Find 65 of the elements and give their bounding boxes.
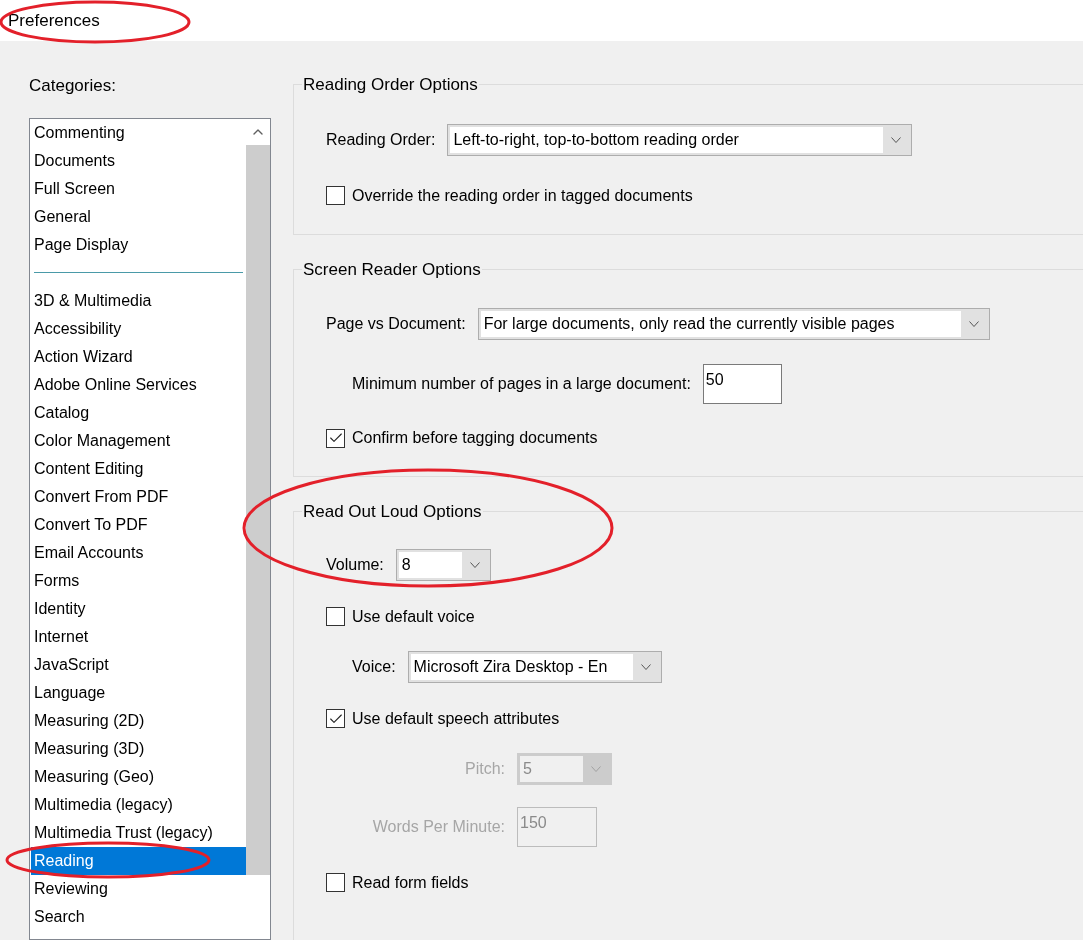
dropdown[interactable]: Left-to-right, top-to-bottom reading order xyxy=(447,123,913,156)
chevron-down-icon xyxy=(968,321,979,327)
group-title: Reading Order Options xyxy=(302,74,479,96)
category-item[interactable]: Catalog xyxy=(31,398,246,427)
field-label: Words Per Minute: xyxy=(371,816,505,837)
chevron-down-icon xyxy=(640,663,651,670)
dropdown-value: For large documents, only read the currently visible pages xyxy=(480,311,961,337)
checkbox-label: Use default voice xyxy=(352,606,475,627)
checkbox[interactable] xyxy=(326,607,345,626)
category-item[interactable]: Forms xyxy=(31,566,246,595)
field-label: Voice: xyxy=(352,656,396,677)
category-item[interactable]: Color Management xyxy=(31,426,246,455)
category-item[interactable]: JavaScript xyxy=(31,650,246,679)
dropdown-value: Microsoft Zira Desktop - En xyxy=(410,653,633,680)
category-item[interactable]: Measuring (3D) xyxy=(31,734,246,763)
field-label: Minimum number of pages in a large document: xyxy=(352,374,691,394)
category-item[interactable]: Measuring (Geo) xyxy=(31,762,246,791)
category-item[interactable]: Content Editing xyxy=(31,454,246,483)
dropdown-value: 8 xyxy=(398,551,462,578)
checkbox[interactable] xyxy=(326,428,345,448)
field-label: Pitch: xyxy=(464,758,505,779)
checkbox-label: Use default speech attributes xyxy=(352,708,560,729)
dropdown[interactable]: For large documents, only read the currently visible pages xyxy=(477,308,990,340)
category-item[interactable]: Page Display xyxy=(31,230,246,259)
category-item[interactable]: Reviewing xyxy=(31,874,246,903)
checkbox[interactable] xyxy=(326,709,345,728)
chevron-down-icon xyxy=(469,561,480,568)
checkbox[interactable] xyxy=(326,186,345,205)
category-item[interactable]: Language xyxy=(31,678,246,707)
categories-label: Categories: xyxy=(29,75,117,97)
checkbox-label: Read form fields xyxy=(352,872,469,893)
category-item[interactable]: Commenting xyxy=(31,118,246,147)
category-item[interactable]: Convert To PDF xyxy=(31,510,246,539)
chevron-down-icon xyxy=(591,765,601,772)
category-item[interactable]: Adobe Online Services xyxy=(31,370,246,399)
dropdown[interactable]: 8 xyxy=(395,548,491,581)
dropdown-value: Left-to-right, top-to-bottom reading order xyxy=(450,126,884,153)
category-item[interactable]: Action Wizard xyxy=(31,342,246,371)
category-item[interactable]: Accessibility xyxy=(31,314,246,343)
category-item[interactable]: General xyxy=(31,202,246,231)
category-item[interactable]: 3D & Multimedia xyxy=(31,286,246,315)
field-label: Reading Order: xyxy=(326,129,436,150)
checkbox-label: Override the reading order in tagged documents xyxy=(352,185,693,206)
chevron-down-icon xyxy=(891,136,902,143)
category-item[interactable]: Multimedia (legacy) xyxy=(31,790,246,819)
category-item[interactable]: Internet xyxy=(31,622,246,651)
field-label: Page vs Document: xyxy=(326,314,466,334)
group-title: Screen Reader Options xyxy=(302,258,482,281)
category-item[interactable]: Convert From PDF xyxy=(31,482,246,511)
checkbox[interactable] xyxy=(326,873,345,892)
category-item[interactable]: Email Accounts xyxy=(31,538,246,567)
group-title: Read Out Loud Options xyxy=(302,501,483,523)
category-item[interactable]: Identity xyxy=(31,594,246,623)
number-field[interactable]: 50 xyxy=(702,364,782,404)
category-item[interactable]: Search xyxy=(31,902,246,931)
category-item[interactable]: Full Screen xyxy=(31,174,246,203)
window-title: Preferences xyxy=(8,9,100,32)
category-item[interactable]: Documents xyxy=(31,146,246,175)
category-item[interactable]: Reading xyxy=(31,846,246,875)
field-label: Volume: xyxy=(326,554,384,575)
category-item[interactable]: Multimedia Trust (legacy) xyxy=(31,818,246,847)
dropdown[interactable]: Microsoft Zira Desktop - En xyxy=(407,650,662,683)
category-item[interactable]: Measuring (2D) xyxy=(31,706,246,735)
dropdown-value: 5 xyxy=(520,755,583,782)
checkbox-label: Confirm before tagging documents xyxy=(352,428,598,448)
